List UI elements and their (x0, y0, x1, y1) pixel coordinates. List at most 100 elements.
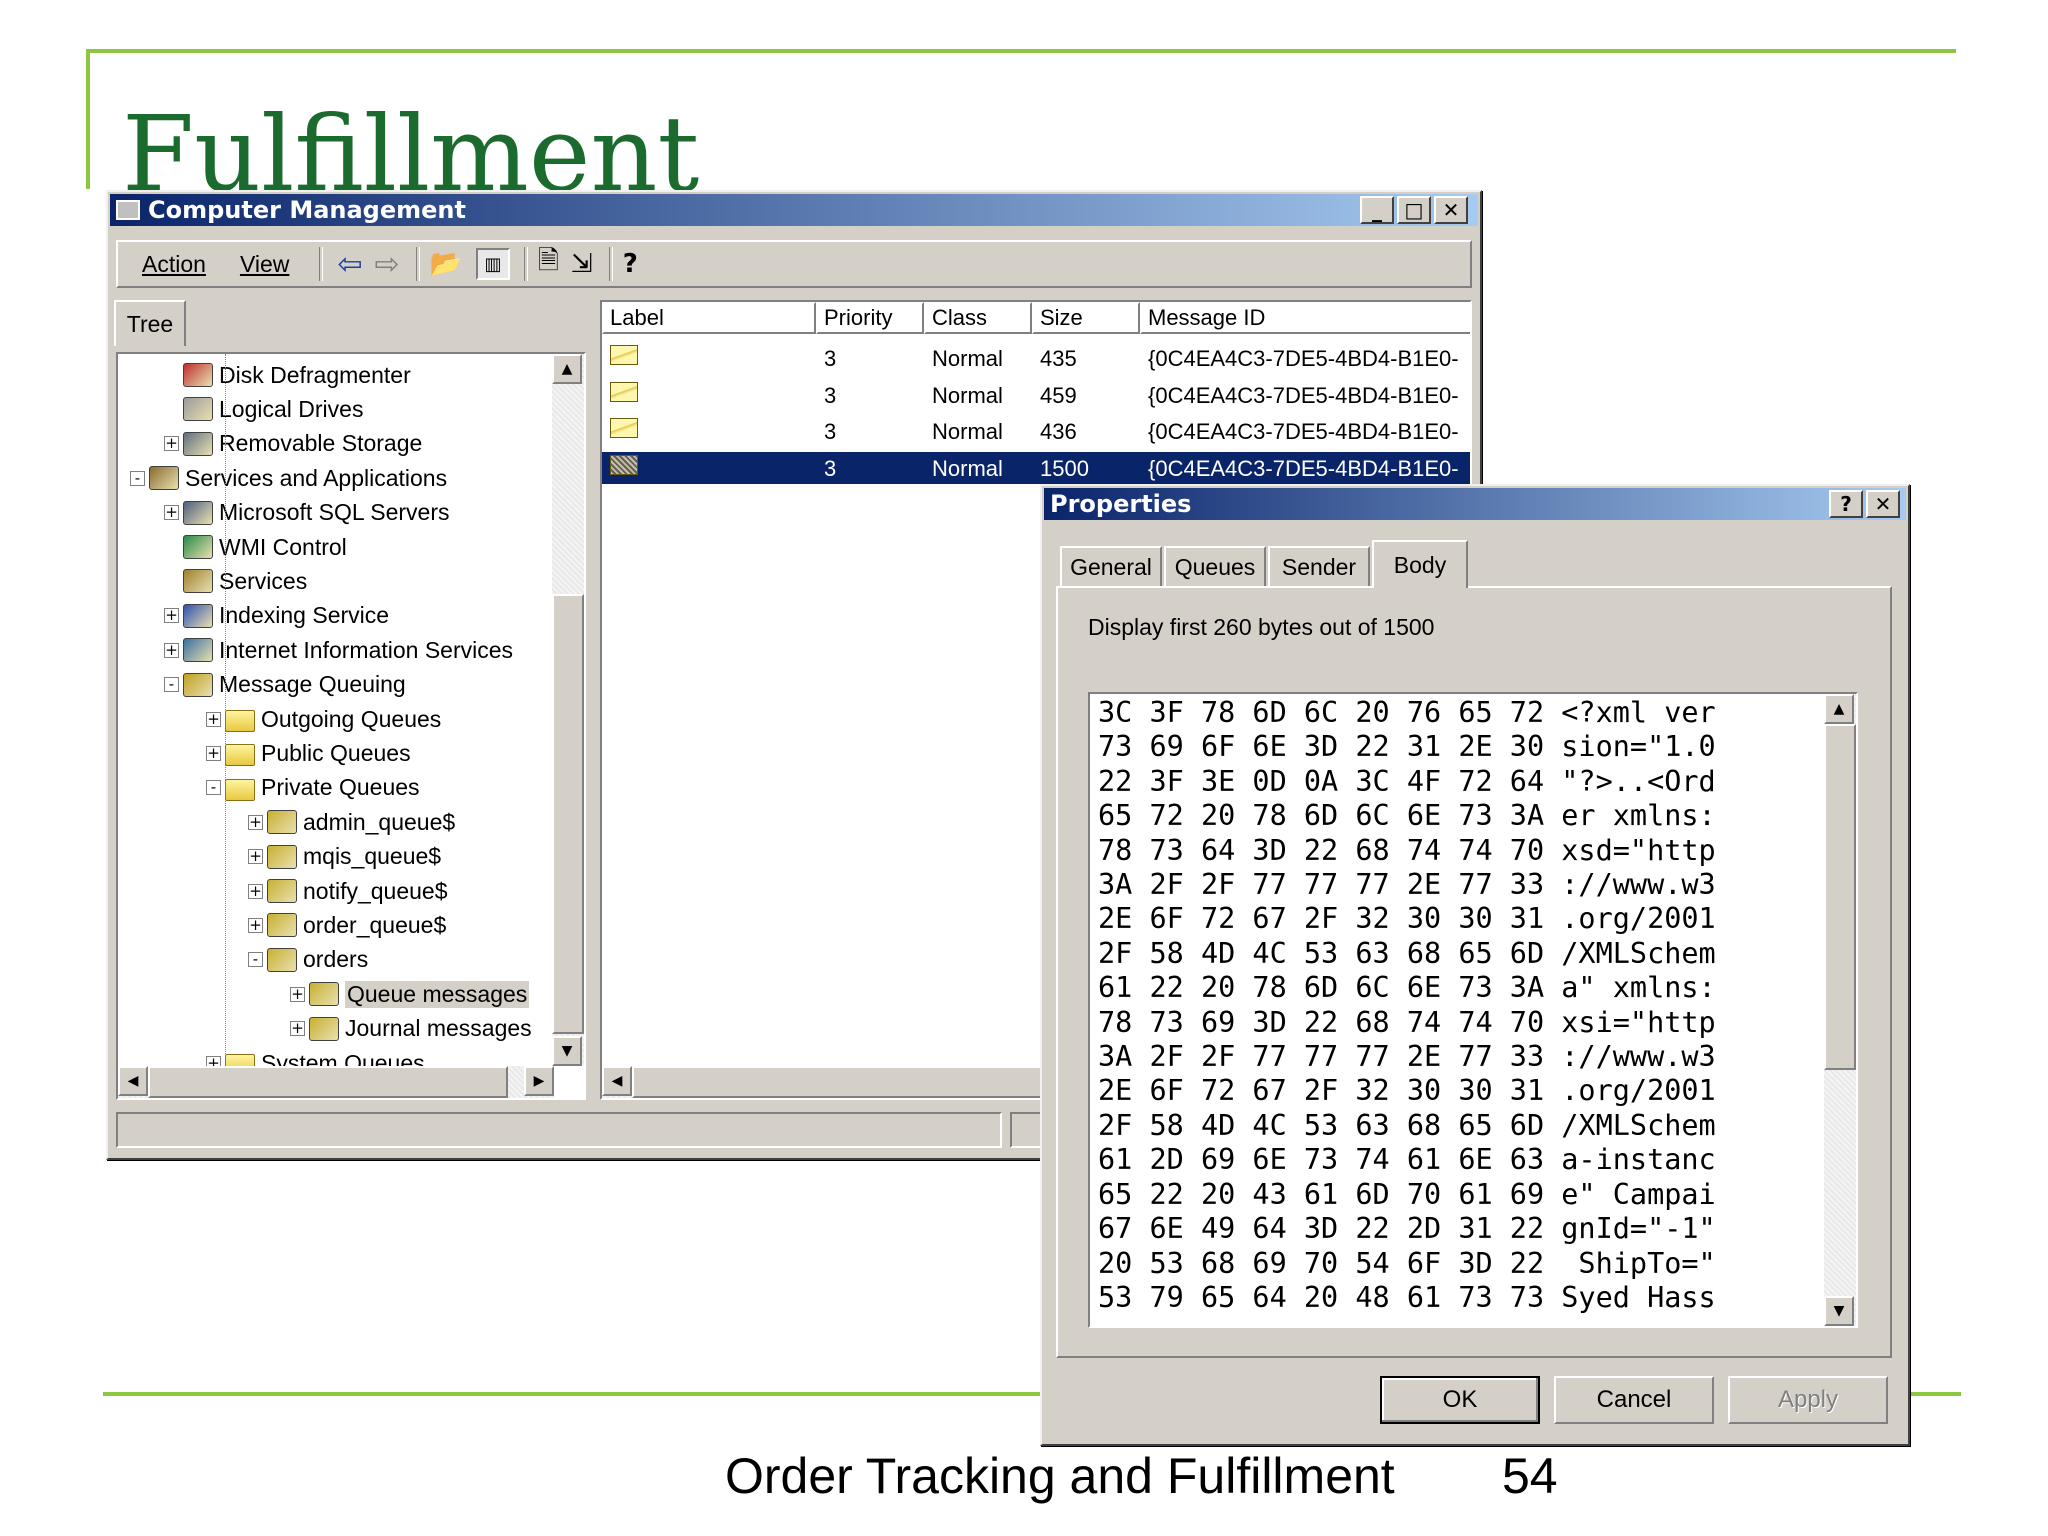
hex-scroll-up-arrow[interactable]: ▲ (1824, 694, 1854, 724)
minimize-button[interactable]: _ (1360, 196, 1394, 224)
tab-general[interactable]: General (1060, 546, 1162, 586)
expand-icon[interactable]: + (290, 1021, 305, 1037)
tree-item[interactable]: - orders (248, 943, 368, 977)
tab-sender[interactable]: Sender (1268, 546, 1370, 586)
ok-button[interactable]: OK (1380, 1376, 1540, 1424)
tree-item[interactable]: - Private Queues (206, 771, 420, 805)
help-icon[interactable]: ? (623, 249, 638, 279)
tree-item[interactable]: + Indexing Service (164, 599, 389, 633)
tree-vscrollbar[interactable]: ▲ ▼ (552, 354, 584, 1066)
menu-action[interactable]: Action (142, 251, 206, 278)
collapse-icon[interactable]: - (206, 780, 221, 796)
tree-scroll-thumb[interactable] (552, 594, 584, 1034)
scroll-right-arrow[interactable]: ▶ (524, 1066, 554, 1096)
tree-item[interactable]: + Public Queues (206, 736, 411, 770)
expand-icon[interactable]: + (248, 814, 263, 830)
message-row[interactable]: 3 Normal 459 {0C4EA4C3-7DE5-4BD4-B1E0- (602, 379, 1470, 411)
column-label-text: Label (610, 305, 664, 330)
forward-icon[interactable]: ⇨ (375, 247, 400, 282)
list-scroll-left-arrow[interactable]: ◀ (602, 1066, 632, 1096)
hex-vscrollbar[interactable]: ▲ ▼ (1824, 694, 1856, 1326)
tab-sender-label: Sender (1281, 553, 1357, 580)
queue-icon (267, 810, 297, 835)
tree-item[interactable]: + order_queue$ (248, 908, 446, 942)
tree-item[interactable]: - Services and Applications (130, 461, 447, 495)
up-folder-icon[interactable]: 📂 (430, 249, 462, 279)
column-priority[interactable]: Priority (816, 302, 924, 334)
expand-icon[interactable]: + (164, 642, 179, 658)
expand-icon[interactable]: + (248, 883, 263, 899)
collapse-icon[interactable]: - (248, 952, 263, 968)
column-priority-text: Priority (824, 305, 893, 330)
tree-hscroll-thumb[interactable] (148, 1066, 508, 1098)
tree-item-label: admin_queue$ (303, 808, 456, 835)
expand-icon[interactable]: + (206, 745, 221, 761)
folder-icon (225, 744, 255, 767)
scroll-up-arrow[interactable]: ▲ (552, 354, 582, 384)
column-message-id[interactable]: Message ID (1140, 302, 1470, 334)
tree-item-label: Public Queues (261, 739, 411, 766)
hex-line: 20 53 68 69 70 54 6F 3D 22 ShipTo=" (1098, 1246, 1716, 1280)
hex-line: 3A 2F 2F 77 77 77 2E 77 33 ://www.w3 (1098, 868, 1716, 902)
column-class[interactable]: Class (924, 302, 1032, 334)
expand-icon[interactable]: + (164, 505, 179, 521)
column-size[interactable]: Size (1032, 302, 1140, 334)
message-row[interactable]: 3 Normal 435 {0C4EA4C3-7DE5-4BD4-B1E0- (602, 342, 1470, 374)
tree-item[interactable]: + Microsoft SQL Servers (164, 496, 449, 530)
collapse-icon[interactable]: - (164, 677, 179, 693)
tree-hscrollbar[interactable]: ◀ ▶ (118, 1066, 554, 1098)
maximize-button[interactable]: □ (1397, 196, 1431, 224)
expand-icon[interactable]: + (248, 849, 263, 865)
properties-dialog: Properties ? ✕ General Queues Sender Bod… (1040, 484, 1910, 1446)
tab-queues[interactable]: Queues (1164, 546, 1266, 586)
close-button[interactable]: ✕ (1434, 196, 1468, 224)
show-tree-icon[interactable]: ▥ (476, 248, 511, 280)
tree-item-label: orders (303, 946, 369, 973)
tree-item[interactable]: Services (164, 564, 307, 598)
tree-item[interactable]: + Removable Storage (164, 427, 422, 461)
tree-item[interactable]: + Internet Information Services (164, 633, 513, 667)
tree-item[interactable]: + mqis_queue$ (248, 840, 441, 874)
expand-icon[interactable]: + (290, 986, 305, 1002)
hex-scroll-thumb[interactable] (1824, 724, 1856, 1070)
dialog-close-button[interactable]: ✕ (1866, 490, 1900, 518)
expand-icon[interactable]: + (164, 436, 179, 452)
tree-item[interactable]: + notify_queue$ (248, 874, 448, 908)
scroll-down-arrow[interactable]: ▼ (552, 1036, 582, 1066)
export-list-icon[interactable]: ⇲ (571, 249, 593, 279)
defrag-icon (183, 363, 213, 387)
services-icon (183, 569, 213, 594)
expand-icon[interactable]: + (164, 608, 179, 624)
back-icon[interactable]: ⇦ (337, 247, 362, 282)
tree-item[interactable]: + Journal messages (290, 1012, 532, 1046)
tree-item[interactable]: Logical Drives (164, 392, 363, 426)
hex-body-view[interactable]: 3C 3F 78 6D 6C 20 76 65 72 <?xml ver 73 6… (1088, 692, 1858, 1328)
slide-left-rule (86, 49, 90, 189)
hex-line: 61 2D 69 6E 73 74 61 6E 63 a-instanc (1098, 1143, 1716, 1177)
collapse-icon[interactable]: - (130, 470, 145, 486)
cell-size: 459 (1040, 382, 1077, 408)
cancel-button[interactable]: Cancel (1554, 1376, 1714, 1424)
column-label[interactable]: Label (602, 302, 816, 334)
menu-view[interactable]: View (240, 251, 289, 278)
help-button[interactable]: ? (1829, 490, 1863, 518)
properties-title-bar[interactable]: Properties (1044, 488, 1906, 520)
message-row[interactable]: 3 Normal 1500 {0C4EA4C3-7DE5-4BD4-B1E0- (602, 451, 1470, 484)
tree-item[interactable]: - Message Queuing (164, 668, 406, 702)
tree-item[interactable]: + admin_queue$ (248, 805, 455, 839)
properties-icon[interactable]: 🗎 (538, 242, 559, 286)
message-row[interactable]: 3 Normal 436 {0C4EA4C3-7DE5-4BD4-B1E0- (602, 415, 1470, 447)
list-hscroll-thumb[interactable] (632, 1066, 1052, 1098)
tree-item[interactable]: WMI Control (164, 530, 347, 564)
hex-scroll-down-arrow[interactable]: ▼ (1824, 1296, 1854, 1326)
expand-icon[interactable]: + (206, 711, 221, 727)
expand-icon[interactable]: + (248, 917, 263, 933)
tree-item[interactable]: + Outgoing Queues (206, 702, 441, 736)
tab-body[interactable]: Body (1372, 540, 1468, 588)
apply-button[interactable]: Apply (1728, 1376, 1888, 1424)
tab-tree[interactable]: Tree (114, 300, 186, 346)
tree-item[interactable]: Disk Defragmenter (164, 358, 411, 392)
tree-item[interactable]: + Queue messages (290, 977, 530, 1011)
scroll-left-arrow[interactable]: ◀ (118, 1066, 148, 1096)
cm-title-bar[interactable]: Computer Management (110, 194, 1478, 226)
